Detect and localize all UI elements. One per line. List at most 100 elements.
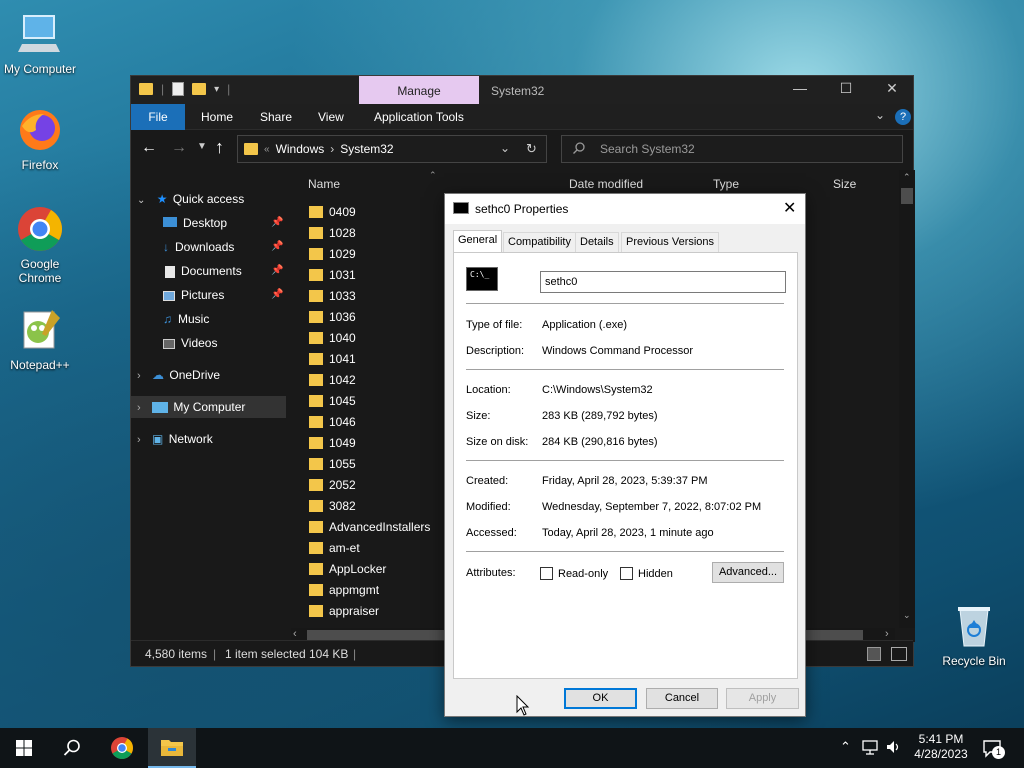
breadcrumb-chevron-icon[interactable]: › [330, 142, 334, 156]
file-row[interactable]: 1055 [309, 454, 356, 475]
nav-network[interactable]: › ▣ Network [137, 428, 213, 450]
file-row[interactable]: 1031 [309, 265, 356, 286]
file-row[interactable]: am-et [309, 538, 360, 559]
file-row[interactable]: 1036 [309, 307, 356, 328]
breadcrumb-overflow-icon[interactable]: « [264, 144, 270, 155]
recent-locations-icon[interactable]: ▼ [197, 141, 207, 152]
address-bar[interactable]: « Windows › System32 ⌄ ↻ [237, 135, 547, 163]
file-row[interactable]: 1028 [309, 223, 356, 244]
tab-home[interactable]: Home [201, 104, 233, 130]
hidden-checkbox[interactable] [620, 567, 633, 580]
tab-application-tools[interactable]: Application Tools [374, 104, 464, 130]
read-only-checkbox[interactable] [540, 567, 553, 580]
taskbar-chrome[interactable] [98, 728, 146, 768]
tab-compatibility[interactable]: Compatibility [503, 232, 576, 252]
file-row[interactable]: 1041 [309, 349, 356, 370]
close-button[interactable]: ✕ [877, 80, 907, 97]
column-header-size[interactable]: Size [833, 170, 856, 198]
file-row[interactable]: 2052 [309, 475, 356, 496]
show-hidden-icons-icon[interactable]: ⌃ [840, 739, 851, 755]
breadcrumb-system32[interactable]: System32 [340, 142, 393, 156]
tab-view[interactable]: View [318, 104, 344, 130]
file-name-field[interactable]: sethc0 [540, 271, 786, 293]
separator: | [213, 647, 217, 661]
file-row[interactable]: AdvancedInstallers [309, 517, 430, 538]
file-row[interactable]: 1046 [309, 412, 356, 433]
folder-icon [309, 373, 323, 386]
nav-quick-access[interactable]: ⌄ ★ Quick access [137, 188, 244, 210]
desktop-icon-notepad-plus-plus[interactable]: Notepad++ [0, 306, 80, 372]
ok-button[interactable]: OK [564, 688, 637, 709]
tab-file[interactable]: File [131, 104, 185, 130]
details-view-icon[interactable] [867, 647, 881, 661]
forward-arrow-icon[interactable]: → [171, 140, 187, 156]
file-row[interactable]: 1045 [309, 391, 356, 412]
tab-general[interactable]: General [453, 230, 503, 252]
nav-music[interactable]: ♫ Music [163, 308, 209, 330]
file-row[interactable]: AppLocker [309, 559, 386, 580]
qat-dropdown-icon[interactable]: ▾ [214, 84, 219, 95]
action-center-button[interactable]: 1 [982, 738, 1005, 759]
size-on-disk-value: 284 KB (290,816 bytes) [542, 436, 658, 448]
chevron-right-icon[interactable]: › [137, 434, 141, 446]
scroll-right-icon[interactable]: › [885, 628, 889, 640]
file-row[interactable]: 3082 [309, 496, 356, 517]
breadcrumb-windows[interactable]: Windows [276, 142, 325, 156]
file-row[interactable]: 1033 [309, 286, 356, 307]
nav-my-computer[interactable]: › My Computer [131, 396, 286, 418]
refresh-icon[interactable]: ↻ [526, 141, 537, 157]
nav-label: Network [168, 432, 213, 446]
scroll-down-icon[interactable]: ⌄ [903, 610, 911, 621]
manage-contextual-tab[interactable]: Manage [359, 76, 479, 104]
dialog-close-button[interactable]: ✕ [783, 198, 796, 218]
tab-share[interactable]: Share [260, 104, 292, 130]
address-dropdown-icon[interactable]: ⌄ [500, 141, 510, 155]
chevron-down-icon[interactable]: ⌄ [137, 195, 145, 206]
file-name: 0409 [329, 205, 356, 219]
search-button[interactable] [48, 728, 96, 768]
file-row[interactable]: 1049 [309, 433, 356, 454]
chevron-right-icon[interactable]: › [137, 402, 141, 414]
new-folder-qat-icon[interactable] [192, 83, 207, 95]
apply-button[interactable]: Apply [726, 688, 799, 709]
network-status-icon[interactable] [862, 740, 880, 759]
file-row[interactable]: appraiser [309, 601, 379, 622]
minimize-button[interactable]: — [785, 80, 815, 96]
taskbar-file-explorer[interactable] [148, 728, 196, 768]
up-arrow-icon[interactable]: ↑ [215, 138, 224, 156]
scroll-left-icon[interactable]: ‹ [293, 628, 297, 640]
vertical-scrollbar[interactable]: ⌃ ⌄ [899, 170, 915, 628]
desktop-icon-my-computer[interactable]: My Computer [0, 10, 80, 76]
nav-videos[interactable]: Videos [163, 332, 217, 354]
help-icon[interactable]: ? [895, 109, 911, 125]
folder-icon [309, 562, 323, 575]
created-label: Created: [466, 475, 509, 487]
advanced-button[interactable]: Advanced... [712, 562, 784, 583]
tab-previous-versions[interactable]: Previous Versions [621, 232, 720, 252]
file-row[interactable]: 1029 [309, 244, 356, 265]
large-icons-view-icon[interactable] [891, 647, 907, 661]
expand-ribbon-icon[interactable]: ⌄ [875, 108, 885, 122]
nav-onedrive[interactable]: › ☁ OneDrive [137, 364, 220, 386]
desktop-icon-google-chrome[interactable]: Google Chrome [0, 205, 80, 285]
back-arrow-icon[interactable]: ← [141, 140, 157, 156]
column-header-name[interactable]: Name [308, 170, 340, 198]
search-input[interactable]: Search System32 [561, 135, 903, 163]
desktop-icon-recycle-bin[interactable]: Recycle Bin [934, 602, 1014, 668]
cancel-button[interactable]: Cancel [646, 688, 718, 709]
file-row[interactable]: 1040 [309, 328, 356, 349]
chevron-right-icon[interactable]: › [137, 370, 141, 382]
desktop-icon-firefox[interactable]: Firefox [0, 106, 80, 172]
scroll-up-icon[interactable]: ⌃ [903, 172, 911, 183]
scrollbar-thumb[interactable] [901, 188, 913, 204]
start-button[interactable] [0, 728, 48, 768]
volume-icon[interactable] [886, 739, 902, 758]
tab-details[interactable]: Details [575, 232, 619, 252]
properties-qat-icon[interactable] [172, 82, 185, 96]
file-row[interactable]: 1042 [309, 370, 356, 391]
file-row[interactable]: 0409 [309, 202, 356, 223]
file-row[interactable]: appmgmt [309, 580, 379, 601]
dialog-titlebar: sethc0 Properties ✕ [445, 194, 805, 224]
maximize-button[interactable]: ☐ [831, 80, 861, 97]
clock[interactable]: 5:41 PM 4/28/2023 [912, 732, 970, 762]
